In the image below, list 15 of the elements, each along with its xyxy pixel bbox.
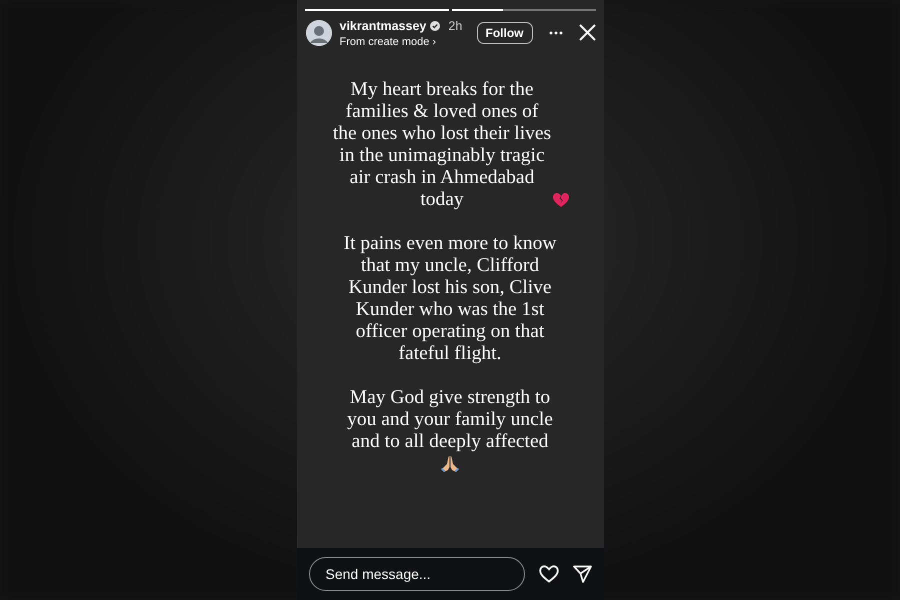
story-text: My heart breaks for the families & loved ones of the ones who lost their lives in the unimaginably tragic air crash in Ahmedabad today (332, 78, 552, 211)
story-text: It pains even more to know that my uncle, Clifford Kunder lost his son, Clive Kunder who was the 1st officer operating on that fateful flight. (344, 232, 556, 364)
create-mode-link[interactable]: From create mode › (340, 36, 476, 49)
username[interactable]: vikrantmassey (340, 20, 426, 34)
avatar-icon[interactable] (306, 20, 332, 46)
send-icon[interactable] (572, 565, 592, 583)
heart-icon[interactable] (538, 565, 558, 583)
story-text: May God give strength to you and your family uncle and to all deeply affected (347, 386, 553, 452)
more-options-icon[interactable] (548, 30, 562, 35)
close-icon[interactable] (578, 24, 596, 42)
post-time: 2h (448, 18, 462, 35)
praying-hands-icon (440, 455, 460, 474)
message-input[interactable]: Send message... (308, 557, 524, 591)
follow-button[interactable]: Follow (476, 22, 532, 44)
broken-heart-icon (552, 192, 570, 208)
